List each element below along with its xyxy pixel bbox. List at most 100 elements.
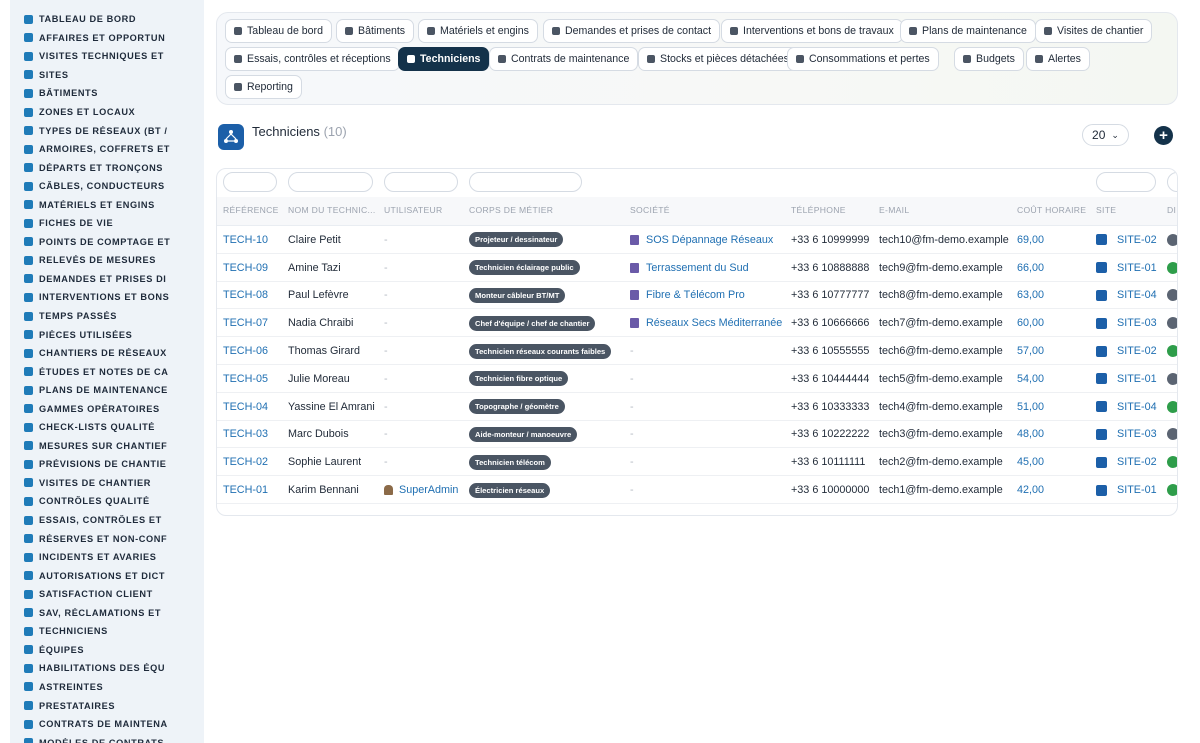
sidebar-item[interactable]: RELEVÉS DE MESURES <box>10 251 204 270</box>
site-link[interactable]: SITE-02 <box>1117 234 1157 246</box>
column-header[interactable]: COÛT HORAIRE <box>1017 205 1086 215</box>
tab[interactable]: Visites de chantier <box>1035 19 1153 43</box>
sidebar-item[interactable]: PRÉVISIONS DE CHANTIE <box>10 455 204 474</box>
filter-site-input[interactable] <box>1096 172 1156 192</box>
company-link[interactable]: SOS Dépannage Réseaux <box>646 234 773 246</box>
user-link[interactable]: SuperAdmin <box>399 484 458 496</box>
table-row[interactable]: TECH-07 Nadia Chraibi - Chef d'équipe / che… <box>217 309 1177 338</box>
site-link[interactable]: SITE-02 <box>1117 456 1157 468</box>
reference-link[interactable]: TECH-04 <box>223 401 268 413</box>
sidebar-item[interactable]: INTERVENTIONS ET BONS <box>10 288 204 307</box>
reference-link[interactable]: TECH-10 <box>223 234 268 246</box>
tab[interactable]: Budgets <box>954 47 1024 71</box>
reference-link[interactable]: TECH-08 <box>223 289 268 301</box>
sidebar-item[interactable]: HABILITATIONS DES ÉQU <box>10 659 204 678</box>
sidebar-item[interactable]: RÉSERVES ET NON-CONF <box>10 529 204 548</box>
reference-link[interactable]: TECH-09 <box>223 262 268 274</box>
sidebar-item[interactable]: VISITES DE CHANTIER <box>10 474 204 493</box>
table-row[interactable]: TECH-08 Paul Lefèvre - Monteur câbleur BT/M… <box>217 282 1177 310</box>
table-row[interactable]: TECH-02 Sophie Laurent - Technicien télécom… <box>217 448 1177 477</box>
reference-link[interactable]: TECH-05 <box>223 373 268 385</box>
reference-link[interactable]: TECH-07 <box>223 317 268 329</box>
sidebar-item[interactable]: AFFAIRES ET OPPORTUN <box>10 29 204 48</box>
sidebar-item[interactable]: BÂTIMENTS <box>10 84 204 103</box>
company-link[interactable]: Fibre & Télécom Pro <box>646 289 745 301</box>
column-header[interactable]: CORPS DE MÉTIER <box>469 205 553 215</box>
sidebar-item[interactable]: SITES <box>10 66 204 85</box>
site-link[interactable]: SITE-01 <box>1117 484 1157 496</box>
tab[interactable]: Tableau de bord <box>225 19 332 43</box>
sidebar-item[interactable]: MODÈLES DE CONTRATS <box>10 733 204 743</box>
sidebar-item[interactable]: TEMPS PASSÉS <box>10 307 204 326</box>
site-link[interactable]: SITE-01 <box>1117 262 1157 274</box>
add-technicien-button[interactable]: + <box>1154 126 1173 145</box>
tab[interactable]: Demandes et prises de contact <box>543 19 721 43</box>
tab[interactable]: Alertes <box>1026 47 1090 71</box>
sidebar-item[interactable]: CONTRÔLES QUALITÉ <box>10 492 204 511</box>
sidebar-item[interactable]: MATÉRIELS ET ENGINS <box>10 195 204 214</box>
sidebar-item[interactable]: PLANS DE MAINTENANCE <box>10 381 204 400</box>
site-link[interactable]: SITE-04 <box>1117 289 1157 301</box>
sidebar-item[interactable]: AUTORISATIONS ET DICT <box>10 566 204 585</box>
table-row[interactable]: TECH-05 Julie Moreau - Technicien fibre opt… <box>217 365 1177 393</box>
sidebar-item[interactable]: PIÈCES UTILISÉES <box>10 325 204 344</box>
tab[interactable]: Matériels et engins <box>418 19 538 43</box>
reference-link[interactable]: TECH-01 <box>223 484 268 496</box>
table-row[interactable]: TECH-01 Karim Bennani SuperAdmin Électricie… <box>217 476 1177 504</box>
sidebar-item[interactable]: VISITES TECHNIQUES ET <box>10 47 204 66</box>
table-row[interactable]: TECH-10 Claire Petit - Projeteur / dessinat… <box>217 226 1177 254</box>
table-row[interactable]: TECH-09 Amine Tazi - Technicien éclairage p… <box>217 254 1177 282</box>
sidebar-item[interactable]: CONTRATS DE MAINTENA <box>10 715 204 734</box>
tab[interactable]: Stocks et pièces détachées <box>638 47 798 71</box>
filter-user-input[interactable] <box>384 172 458 192</box>
sidebar-item[interactable]: SAV, RÉCLAMATIONS ET <box>10 604 204 623</box>
filter-name-input[interactable] <box>288 172 373 192</box>
sidebar-item[interactable]: ARMOIRES, COFFRETS ET <box>10 140 204 159</box>
sidebar-item[interactable]: POINTS DE COMPTAGE ET <box>10 233 204 252</box>
table-row[interactable]: TECH-04 Yassine El Amrani - Topographe / gé… <box>217 393 1177 421</box>
tab[interactable]: Plans de maintenance <box>900 19 1036 43</box>
column-header[interactable]: NOM DU TECHNIC... <box>288 205 376 215</box>
reference-link[interactable]: TECH-06 <box>223 345 268 357</box>
sidebar-item[interactable]: PRESTATAIRES <box>10 696 204 715</box>
sidebar-item[interactable]: ZONES ET LOCAUX <box>10 103 204 122</box>
sidebar-item[interactable]: TECHNICIENS <box>10 622 204 641</box>
per-page-select[interactable]: 20 ⌄ <box>1082 124 1129 146</box>
table-row[interactable]: TECH-06 Thomas Girard - Technicien réseaux … <box>217 337 1177 365</box>
sidebar-item[interactable]: CHANTIERS DE RÉSEAUX <box>10 344 204 363</box>
sidebar-item[interactable]: ÉTUDES ET NOTES DE CA <box>10 362 204 381</box>
tab[interactable]: Contrats de maintenance <box>489 47 639 71</box>
site-link[interactable]: SITE-03 <box>1117 317 1157 329</box>
filter-trade-input[interactable] <box>469 172 582 192</box>
sidebar-item[interactable]: FICHES DE VIE <box>10 214 204 233</box>
tab[interactable]: Interventions et bons de travaux <box>721 19 903 43</box>
site-link[interactable]: SITE-04 <box>1117 401 1157 413</box>
site-link[interactable]: SITE-03 <box>1117 428 1157 440</box>
tab[interactable]: Reporting <box>225 75 302 99</box>
filter-reference-input[interactable] <box>223 172 277 192</box>
sidebar-item[interactable]: TABLEAU DE BORD <box>10 10 204 29</box>
sidebar-item[interactable]: ESSAIS, CONTRÔLES ET <box>10 511 204 530</box>
column-header[interactable]: E-MAIL <box>879 205 909 215</box>
column-header[interactable]: UTILISATEUR <box>384 205 443 215</box>
tab[interactable]: Bâtiments <box>336 19 415 43</box>
column-header[interactable]: DI <box>1167 205 1176 215</box>
column-header[interactable]: SITE <box>1096 205 1116 215</box>
sidebar-item[interactable]: DÉPARTS ET TRONÇONS <box>10 158 204 177</box>
company-link[interactable]: Réseaux Secs Méditerranée <box>646 317 782 329</box>
sidebar-item[interactable]: DEMANDES ET PRISES DI <box>10 270 204 289</box>
sidebar-item[interactable]: SATISFACTION CLIENT <box>10 585 204 604</box>
filter-di-input[interactable] <box>1167 172 1177 192</box>
site-link[interactable]: SITE-02 <box>1117 345 1157 357</box>
sidebar-item[interactable]: ÉQUIPES <box>10 641 204 660</box>
tab[interactable]: Consommations et pertes <box>787 47 939 71</box>
site-link[interactable]: SITE-01 <box>1117 373 1157 385</box>
sidebar-item[interactable]: CÂBLES, CONDUCTEURS <box>10 177 204 196</box>
column-header[interactable]: SOCIÉTÉ <box>630 205 670 215</box>
sidebar-item[interactable]: ASTREINTES <box>10 678 204 697</box>
tab[interactable]: Techniciens <box>398 47 490 71</box>
sidebar-item[interactable]: MESURES SUR CHANTIEF <box>10 437 204 456</box>
sidebar-item[interactable]: GAMMES OPÉRATOIRES <box>10 399 204 418</box>
sidebar-item[interactable]: INCIDENTS ET AVARIES <box>10 548 204 567</box>
column-header[interactable]: TÉLÉPHONE <box>791 205 846 215</box>
